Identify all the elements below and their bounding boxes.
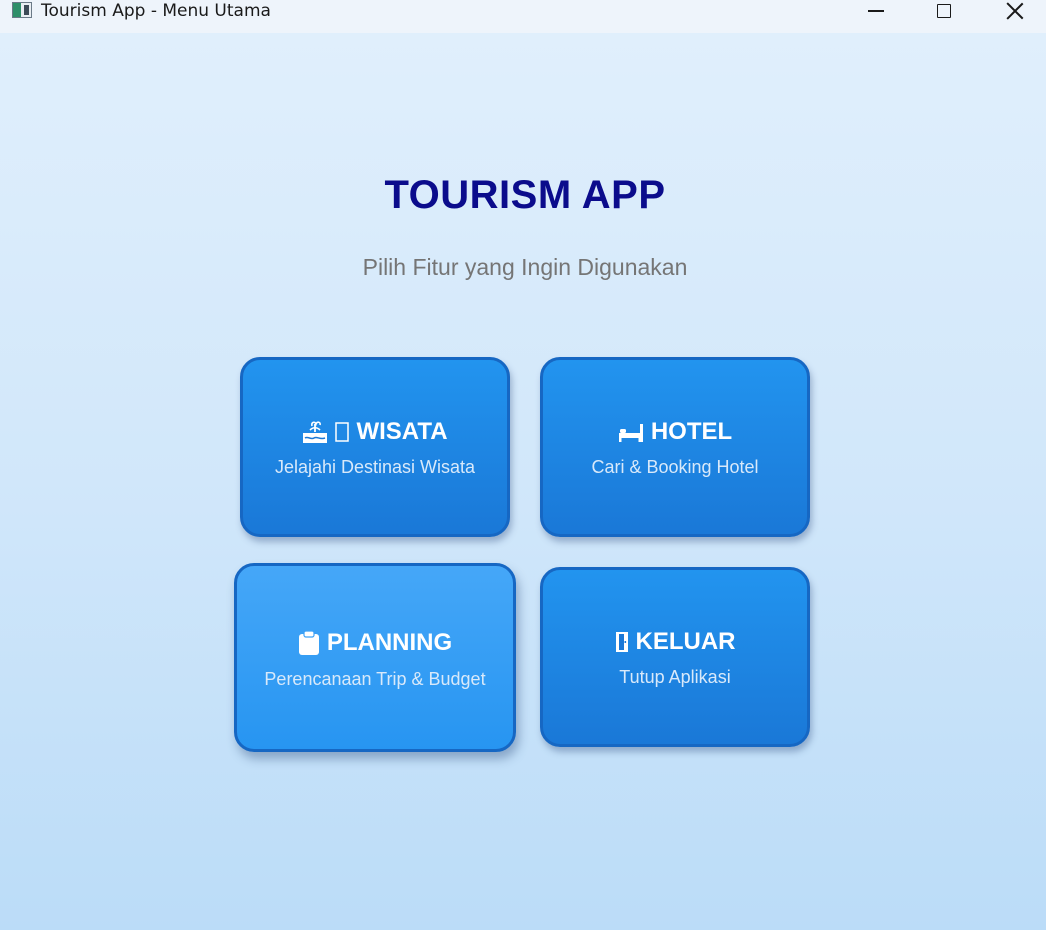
page-title: TOURISM APP (384, 173, 666, 217)
beach-icon (302, 420, 328, 444)
window-title: Tourism App - Menu Utama (41, 1, 271, 21)
keluar-button[interactable]: KELUAR Tutup Aplikasi (540, 567, 810, 747)
page-subtitle: Pilih Fitur yang Ingin Digunakan (362, 254, 688, 280)
hotel-title-row: HOTEL (543, 418, 807, 446)
planning-description: Perencanaan Trip & Budget (264, 669, 486, 689)
door-icon (615, 631, 629, 653)
title-bar[interactable]: Tourism App - Menu Utama (0, 0, 1046, 33)
planning-label: PLANNING (326, 629, 453, 656)
bed-icon (618, 421, 644, 443)
close-icon (1006, 2, 1024, 20)
planning-button[interactable]: PLANNING Perencanaan Trip & Budget (234, 563, 516, 752)
maximize-icon (937, 4, 951, 18)
hotel-button[interactable]: HOTEL Cari & Booking Hotel (540, 357, 810, 537)
hotel-label: HOTEL (650, 418, 733, 445)
keluar-title-row: KELUAR (543, 628, 807, 656)
app-window: Tourism App - Menu Utama TOURISM APP Pil… (0, 0, 1046, 930)
missing-glyph-icon (335, 422, 350, 442)
wisata-button[interactable]: WISATA Jelajahi Destinasi Wisata (240, 357, 510, 537)
main-menu: TOURISM APP Pilih Fitur yang Ingin Digun… (0, 33, 1046, 930)
minimize-button[interactable] (841, 0, 911, 24)
wisata-description: Jelajahi Destinasi Wisata (274, 457, 476, 477)
maximize-button[interactable] (909, 0, 979, 24)
wisata-label: WISATA (356, 418, 448, 445)
clipboard-icon (298, 630, 320, 656)
keluar-description: Tutup Aplikasi (619, 667, 731, 687)
wisata-title-row: WISATA (243, 418, 507, 446)
close-button[interactable] (980, 0, 1046, 24)
app-icon (12, 2, 32, 18)
minimize-icon (868, 10, 884, 12)
hotel-description: Cari & Booking Hotel (591, 457, 759, 477)
keluar-label: KELUAR (635, 628, 736, 655)
planning-title-row: PLANNING (237, 629, 513, 657)
